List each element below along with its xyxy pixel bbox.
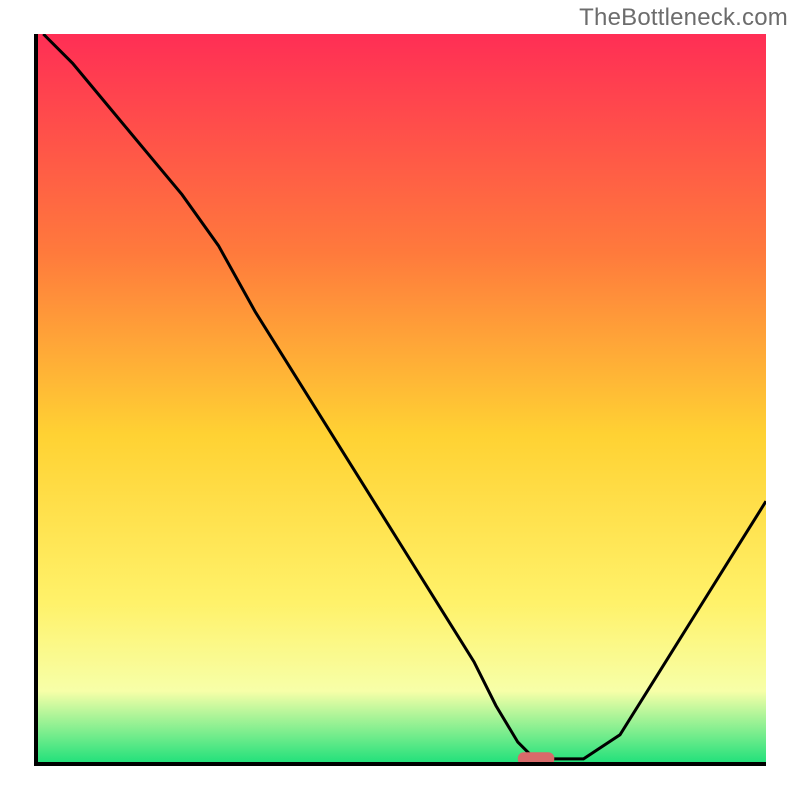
watermark-text: TheBottleneck.com xyxy=(579,4,788,32)
bottleneck-chart xyxy=(0,0,800,800)
plot-background xyxy=(36,34,766,764)
